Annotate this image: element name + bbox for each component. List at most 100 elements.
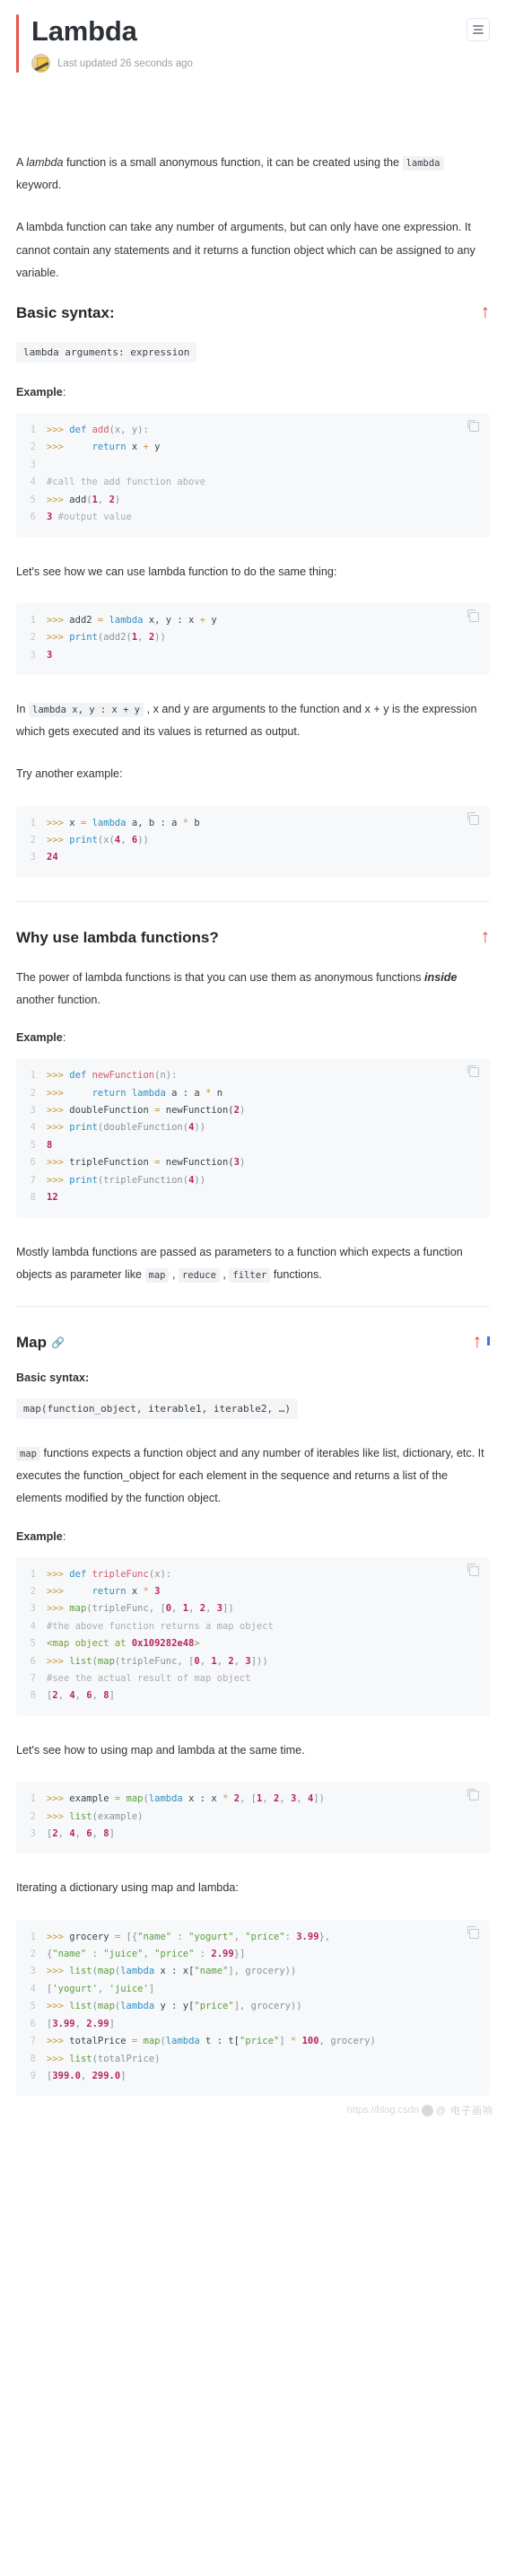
code-line-number: 2 <box>30 1087 36 1099</box>
copy-icon[interactable] <box>467 1926 479 1939</box>
code-token: , <box>188 1603 200 1615</box>
code-line-number: 4 <box>30 1122 36 1134</box>
watermark-badge-icon <box>421 2104 433 2116</box>
intro-paragraph-2: A lambda function can take any number of… <box>16 221 475 279</box>
code-token: >>> <box>47 2053 70 2064</box>
code-line: 2 >>> return lambda a : a * n <box>16 1085 490 1102</box>
code-line: 7 >>> print(tripleFunction(4)) <box>16 1172 490 1189</box>
back-to-top-arrow-icon[interactable]: ↑ <box>481 927 491 946</box>
code-token: "price" <box>194 2001 234 2012</box>
code-token: )) <box>154 632 166 644</box>
code-token: x <box>69 817 81 828</box>
menu-line-3 <box>473 32 484 34</box>
map-p1-a: functions expects a function object and … <box>16 1446 484 1505</box>
code-token: >>> <box>47 1810 70 1822</box>
code-token: ]) <box>222 1603 234 1615</box>
code-token: x, y : x <box>143 614 200 626</box>
code-line-content: >>> def add(x, y): <box>47 422 149 439</box>
code-line-content: >>> def tripleFunc(x): <box>47 1566 171 1583</box>
code-token: 399.0 <box>52 2070 81 2081</box>
copy-icon[interactable] <box>467 812 479 825</box>
copy-icon[interactable] <box>467 1788 479 1801</box>
code-line-content: >>> totalPrice = map(lambda t : t["price… <box>47 2033 376 2050</box>
code-line-content: #see the actual result of map object <box>47 1670 251 1687</box>
code-token: n <box>211 1087 223 1099</box>
code-line-content: [2, 4, 6, 8] <box>47 1826 115 1843</box>
copy-icon[interactable] <box>467 1564 479 1576</box>
last-updated-text: Last updated 26 seconds ago <box>57 57 193 69</box>
transition-2-a: In <box>16 703 30 716</box>
code-token: }, <box>318 1931 331 1942</box>
code-line: 2 >>> print(add2(1, 2)) <box>16 629 490 646</box>
code-line-number: 2 <box>30 442 36 453</box>
code-token: #the above function returns a map object <box>47 1620 274 1632</box>
code-line-content: >>> def newFunction(n): <box>47 1067 177 1084</box>
code-token: >>> <box>47 442 70 453</box>
code-token: (n): <box>154 1070 178 1082</box>
code-token: return <box>69 1585 126 1597</box>
heading-map-text: Map <box>16 1333 47 1351</box>
code-token: return <box>69 442 126 453</box>
code-token: (x): <box>148 1568 172 1580</box>
hamburger-menu-icon[interactable] <box>467 18 490 41</box>
code-token: > <box>194 1638 200 1650</box>
code-line-content: {"name" : "juice", "price" : 2.99}] <box>47 1946 245 1963</box>
example-label-3: Example: <box>16 1530 490 1543</box>
code-line-content: >>> print(doubleFunction(4)) <box>47 1119 205 1136</box>
code-token: lambda <box>148 1793 183 1805</box>
code-line-content: 12 <box>47 1189 58 1206</box>
code-token: def <box>69 1568 92 1580</box>
code-token: ] <box>148 1983 155 1994</box>
back-to-top-arrow-icon[interactable]: ↑ <box>481 302 491 321</box>
code-token: 'yogurt' <box>52 1983 98 1994</box>
code-line-number: 3 <box>30 1966 36 1977</box>
code-token: , <box>205 1603 217 1615</box>
code-token: >>> <box>47 494 70 505</box>
transition-text-2: In lambda x, y : x + y , x and y are arg… <box>16 698 490 743</box>
code-block-new-function: 1 >>> def newFunction(n): 2 >>> return lamb… <box>16 1058 490 1218</box>
meta-row: Last updated 26 seconds ago <box>31 54 193 74</box>
code-token: (example) <box>92 1810 144 1822</box>
code-line: 1 >>> def tripleFunc(x): <box>16 1566 490 1583</box>
code-token: 3 <box>154 1585 161 1597</box>
code-line-number: 7 <box>30 2036 36 2047</box>
copy-icon[interactable] <box>467 419 479 433</box>
code-token: , <box>97 1983 109 1994</box>
blue-edge-marker <box>487 1336 490 1345</box>
section-header-why: Why use lambda functions? ↑ <box>16 927 491 967</box>
code-token: , <box>74 2018 87 2029</box>
code-token: b <box>188 817 200 828</box>
code-token: ] <box>109 2018 115 2029</box>
heading-why-use-lambda: Why use lambda functions? <box>16 928 219 946</box>
copy-icon[interactable] <box>467 1065 479 1078</box>
code-token: lambda <box>120 2001 155 2012</box>
inline-code-lambda: lambda <box>402 156 444 171</box>
code-line-content: ['yogurt', 'juice'] <box>47 1981 154 1998</box>
why-paragraph-1: The power of lambda functions is that yo… <box>16 967 490 1012</box>
code-token: 2.99 <box>86 2018 109 2029</box>
code-line: 5 >>> add(1, 2) <box>16 492 490 509</box>
code-line-number: 2 <box>30 632 36 644</box>
section-header-map: Map 🔗 ↑ <box>16 1332 490 1371</box>
code-token: }] <box>233 1948 246 1959</box>
code-token: ], grocery)) <box>228 1966 297 1977</box>
watermark-url: https://blog.csdn <box>346 2105 419 2116</box>
code-token: add <box>69 494 87 505</box>
title-accent-bar <box>16 14 19 74</box>
code-line-content: [399.0, 299.0] <box>47 2068 126 2085</box>
code-line: 2 {"name" : "juice", "price" : 2.99}] <box>16 1946 490 1963</box>
code-token: >>> <box>47 2001 70 2012</box>
copy-icon[interactable] <box>467 609 479 622</box>
code-line-content: >>> add2 = lambda x, y : x + y <box>47 612 217 629</box>
why-p2-sep1: , <box>169 1267 179 1281</box>
code-line: 8 >>> list(totalPrice) <box>16 2051 490 2068</box>
why-p2-sep2: , <box>219 1267 230 1281</box>
code-token: #call the add function above <box>47 477 206 488</box>
code-token: , <box>92 1827 104 1839</box>
code-token: >>> <box>47 1157 70 1169</box>
back-to-top-arrow-icon[interactable]: ↑ <box>473 1332 483 1351</box>
code-line-number: 7 <box>30 1174 36 1186</box>
link-anchor-icon[interactable]: 🔗 <box>51 1336 65 1349</box>
code-line-number: 1 <box>30 1931 36 1942</box>
example-label-1-colon: : <box>62 386 66 399</box>
